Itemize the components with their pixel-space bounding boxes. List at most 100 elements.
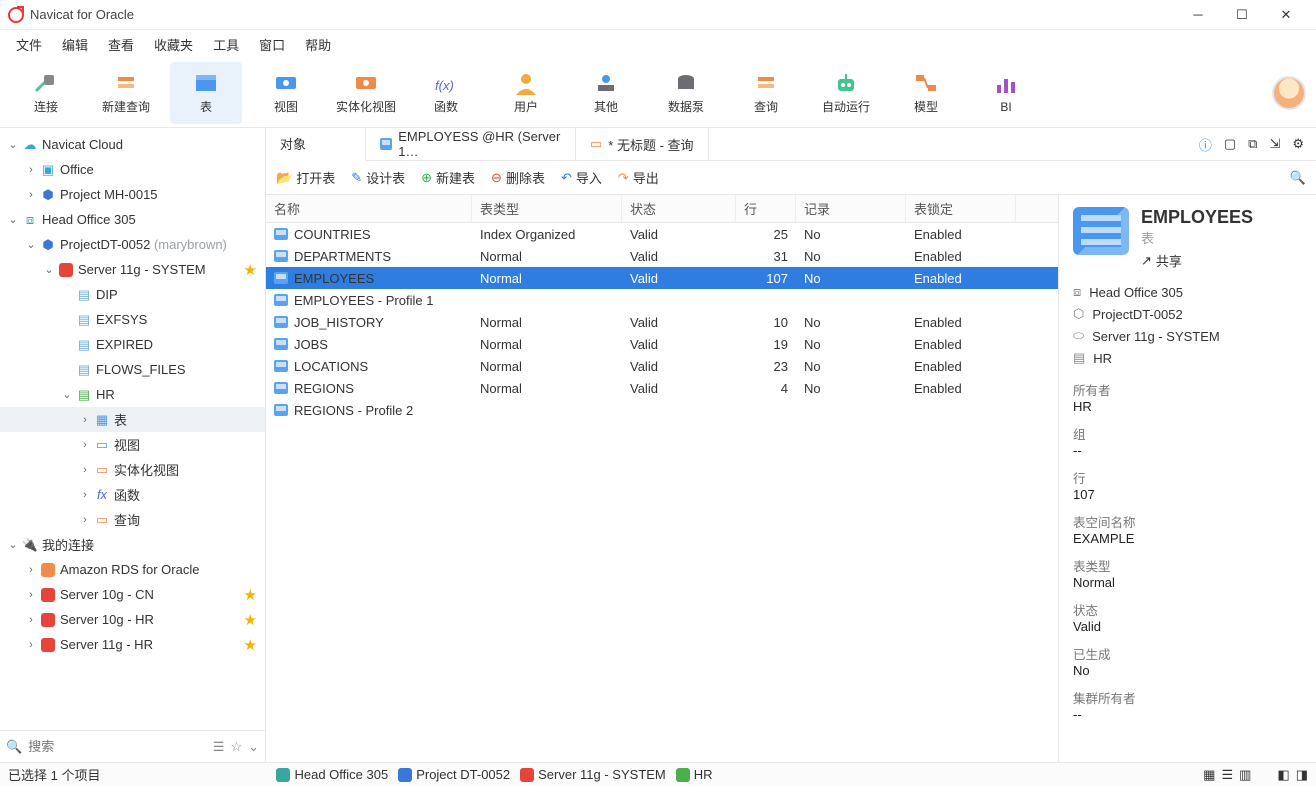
- view-grid-icon[interactable]: ▦: [1203, 767, 1215, 783]
- toolbar-other-button[interactable]: 其他: [570, 62, 642, 124]
- toolbar-table-button[interactable]: 表: [170, 62, 242, 124]
- share-link[interactable]: ↗共享: [1141, 251, 1253, 270]
- design-table-button[interactable]: ✎设计表: [351, 168, 405, 187]
- tree-schema-hr[interactable]: ⌄▤HR: [0, 382, 265, 407]
- col-rows[interactable]: 行: [736, 195, 796, 222]
- toolbar-model-button[interactable]: 模型: [890, 62, 962, 124]
- detail-prop: 表空间名称EXAMPLE: [1073, 512, 1302, 546]
- toolbar-plug-button[interactable]: 连接: [10, 62, 82, 124]
- menu-window[interactable]: 窗口: [249, 31, 295, 58]
- tree-conn-Server-10g---HR[interactable]: ›Server 10g - HR★: [0, 607, 265, 632]
- ddl-icon[interactable]: ▢: [1224, 136, 1236, 152]
- menu-file[interactable]: 文件: [6, 31, 52, 58]
- tab-label: 对象: [280, 134, 306, 153]
- tree-hr-4[interactable]: ›▭查询: [0, 507, 265, 532]
- toolbar-query2-button[interactable]: 查询: [730, 62, 802, 124]
- view-detail-icon[interactable]: ▥: [1239, 767, 1251, 783]
- col-type[interactable]: 表类型: [472, 195, 622, 222]
- tree-my-connections[interactable]: ⌄🔌我的连接: [0, 532, 265, 557]
- star-icon[interactable]: ★: [244, 586, 257, 604]
- table-row[interactable]: REGIONS - Profile 2: [266, 399, 1058, 421]
- table-row[interactable]: DEPARTMENTSNormalValid31NoEnabled: [266, 245, 1058, 267]
- menu-view[interactable]: 查看: [98, 31, 144, 58]
- star-filter-icon[interactable]: ☆: [230, 739, 242, 755]
- tree-server-11g[interactable]: ⌄Server 11g - SYSTEM★: [0, 257, 265, 282]
- collapse-icon[interactable]: ⌄: [248, 739, 259, 755]
- col-log[interactable]: 记录: [796, 195, 906, 222]
- close-button[interactable]: ✕: [1264, 1, 1308, 29]
- table-row[interactable]: EMPLOYEESNormalValid107NoEnabled: [266, 267, 1058, 289]
- panel-left-icon[interactable]: ◧: [1277, 767, 1289, 783]
- table-row[interactable]: LOCATIONSNormalValid23NoEnabled: [266, 355, 1058, 377]
- toolbar-bi-button[interactable]: BI: [970, 62, 1042, 124]
- table-row[interactable]: REGIONSNormalValid4NoEnabled: [266, 377, 1058, 399]
- menu-favorites[interactable]: 收藏夹: [144, 31, 203, 58]
- import-button[interactable]: ↶导入: [561, 168, 602, 187]
- col-name[interactable]: 名称: [266, 195, 472, 222]
- settings-icon[interactable]: ⚙: [1292, 136, 1304, 152]
- status-crumb[interactable]: HR: [676, 767, 713, 782]
- expand-icon[interactable]: ⇲: [1269, 136, 1280, 152]
- tree-cloud[interactable]: ⌄☁Navicat Cloud: [0, 132, 265, 157]
- view-list-icon[interactable]: ☰: [1221, 767, 1233, 783]
- tree-schema-dip[interactable]: ▤DIP: [0, 282, 265, 307]
- tree-hr-1[interactable]: ›▭视图: [0, 432, 265, 457]
- menu-help[interactable]: 帮助: [295, 31, 341, 58]
- toolbar-user-button[interactable]: 用户: [490, 62, 562, 124]
- table-row[interactable]: EMPLOYEES - Profile 1: [266, 289, 1058, 311]
- toolbar-pump-button[interactable]: 数据泵: [650, 62, 722, 124]
- toolbar-query-button[interactable]: 新建查询: [90, 62, 162, 124]
- tree-schema-expired[interactable]: ▤EXPIRED: [0, 332, 265, 357]
- tree-hr-3[interactable]: ›fx函数: [0, 482, 265, 507]
- tree-project-mh[interactable]: ›⬢Project MH-0015: [0, 182, 265, 207]
- tab-untitled-query[interactable]: ▭* 无标题 - 查询: [576, 128, 709, 160]
- object-grid[interactable]: 名称 表类型 状态 行 记录 表锁定 COUNTRIESIndex Organi…: [266, 195, 1058, 762]
- new-table-button[interactable]: ⊕新建表: [421, 168, 475, 187]
- detail-meta-office: ⧈Head Office 305: [1073, 284, 1302, 300]
- tree-hr-2[interactable]: ›▭实体化视图: [0, 457, 265, 482]
- star-icon[interactable]: ★: [244, 611, 257, 629]
- star-icon[interactable]: ★: [244, 636, 257, 654]
- status-crumb[interactable]: Project DT-0052: [398, 767, 510, 782]
- toolbar-view-button[interactable]: 视图: [250, 62, 322, 124]
- col-status[interactable]: 状态: [622, 195, 736, 222]
- export-button[interactable]: ↷导出: [618, 168, 659, 187]
- toolbar-mview-button[interactable]: 实体化视图: [330, 62, 402, 124]
- tree-projectdt[interactable]: ⌄⬢ProjectDT-0052 (marybrown): [0, 232, 265, 257]
- tree-schema-exfsys[interactable]: ▤EXFSYS: [0, 307, 265, 332]
- tree-hr-0[interactable]: ›▦表: [0, 407, 265, 432]
- search-input[interactable]: [28, 739, 207, 754]
- tree-conn-Server-11g---HR[interactable]: ›Server 11g - HR★: [0, 632, 265, 657]
- col-lock[interactable]: 表锁定: [906, 195, 1016, 222]
- table-row[interactable]: COUNTRIESIndex OrganizedValid25NoEnabled: [266, 223, 1058, 245]
- toolbar-robot-button[interactable]: 自动运行: [810, 62, 882, 124]
- search-icon[interactable]: 🔍: [1290, 170, 1306, 186]
- toolbar-fx-button[interactable]: f(x)函数: [410, 62, 482, 124]
- tab-employees[interactable]: EMPLOYESS @HR (Server 1…: [366, 128, 576, 160]
- star-icon[interactable]: ★: [244, 261, 257, 279]
- panel-right-icon[interactable]: ◨: [1296, 767, 1308, 783]
- info-icon[interactable]: ⓘ: [1199, 135, 1212, 154]
- er-icon[interactable]: ⧉: [1248, 136, 1257, 152]
- user-avatar[interactable]: [1272, 76, 1306, 110]
- maximize-button[interactable]: ☐: [1220, 1, 1264, 29]
- delete-table-button[interactable]: ⊖删除表: [491, 168, 545, 187]
- open-table-button[interactable]: 📂打开表: [276, 168, 335, 187]
- status-crumb[interactable]: Server 11g - SYSTEM: [520, 767, 666, 782]
- table-row[interactable]: JOB_HISTORYNormalValid10NoEnabled: [266, 311, 1058, 333]
- schema-icon: ▤: [1073, 350, 1085, 366]
- tree-conn-Amazon-RDS-for-Oracle[interactable]: ›Amazon RDS for Oracle: [0, 557, 265, 582]
- minimize-button[interactable]: ─: [1176, 1, 1220, 29]
- menu-tools[interactable]: 工具: [203, 31, 249, 58]
- menu-edit[interactable]: 编辑: [52, 31, 98, 58]
- tree-head-office[interactable]: ⌄⧈Head Office 305: [0, 207, 265, 232]
- tree-office[interactable]: ›▣Office: [0, 157, 265, 182]
- table-row[interactable]: JOBSNormalValid19NoEnabled: [266, 333, 1058, 355]
- tab-objects[interactable]: 对象: [266, 128, 366, 161]
- tree-schema-flows_files[interactable]: ▤FLOWS_FILES: [0, 357, 265, 382]
- connection-tree[interactable]: ⌄☁Navicat Cloud›▣Office›⬢Project MH-0015…: [0, 128, 265, 730]
- table-toolbar: 📂打开表 ✎设计表 ⊕新建表 ⊖删除表 ↶导入 ↷导出 🔍: [266, 161, 1316, 195]
- status-crumb[interactable]: Head Office 305: [276, 767, 388, 782]
- tree-conn-Server-10g---CN[interactable]: ›Server 10g - CN★: [0, 582, 265, 607]
- filter-icon[interactable]: ☰: [213, 739, 225, 755]
